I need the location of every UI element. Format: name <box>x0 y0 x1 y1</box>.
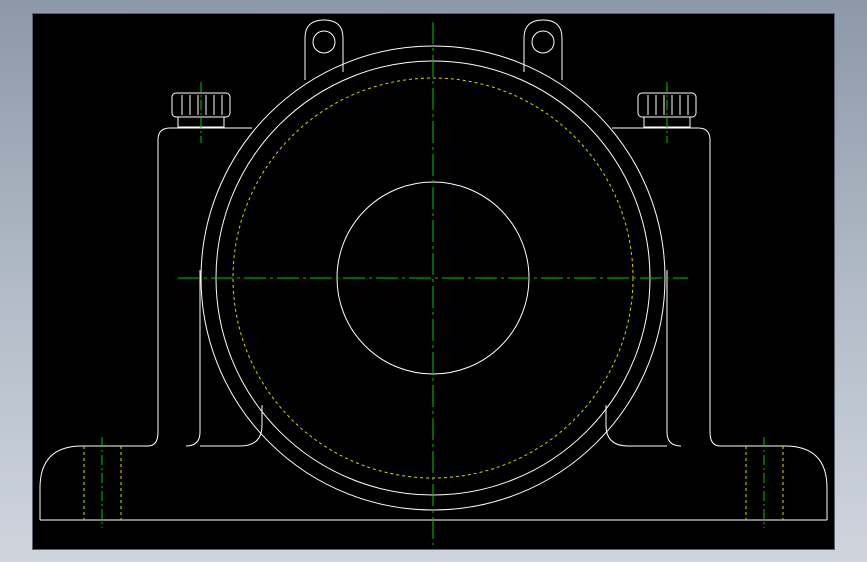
right-lifting-hole <box>531 30 555 54</box>
left-fillet <box>200 405 263 447</box>
left-pedestal-inner <box>185 270 201 447</box>
right-lifting-boss <box>523 19 563 80</box>
bearing-housing-drawing <box>39 19 828 545</box>
left-lifting-boss <box>304 19 344 80</box>
left-lifting-hole <box>312 30 336 54</box>
right-fillet <box>605 405 667 447</box>
right-pedestal-inner <box>666 270 682 447</box>
base-plate-outline-right <box>612 127 828 520</box>
